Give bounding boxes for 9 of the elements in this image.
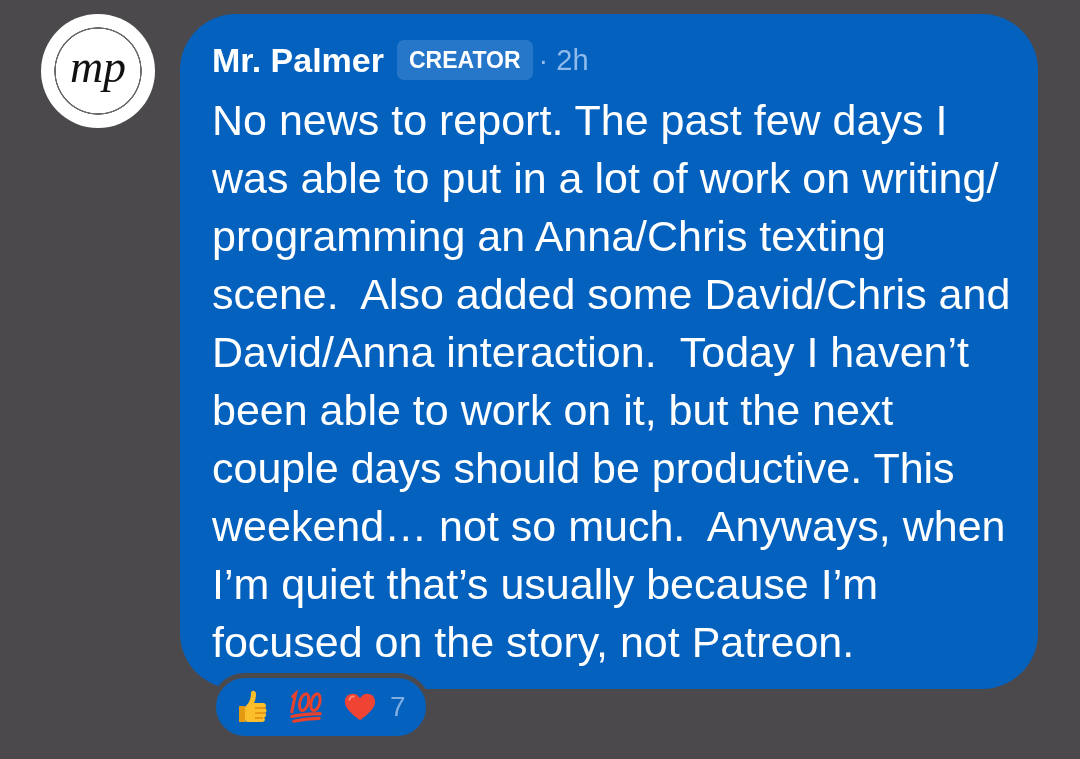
author-name[interactable]: Mr. Palmer <box>212 40 384 80</box>
avatar[interactable]: mp <box>41 14 155 128</box>
thumbs-up-icon <box>236 690 268 724</box>
comment-text: No news to report. The past few days I was able to put in a lot of work on writing/programming an Anna/Chris texting scene. Also added some David/Chris and David/Anna interaction. Today I haven’t been able to work on it, but the next couple days should be productive. This weekend… not so much. Anyways, when I’m quiet that’s usually because I’m focused on the story, not Patreon. <box>212 95 1012 668</box>
timestamp: · 2h <box>538 43 589 78</box>
reaction-count: 7 <box>390 690 406 724</box>
avatar-monogram: mp <box>69 44 127 90</box>
creator-badge: CREATOR <box>397 40 533 80</box>
hundred-points-icon <box>288 690 324 724</box>
